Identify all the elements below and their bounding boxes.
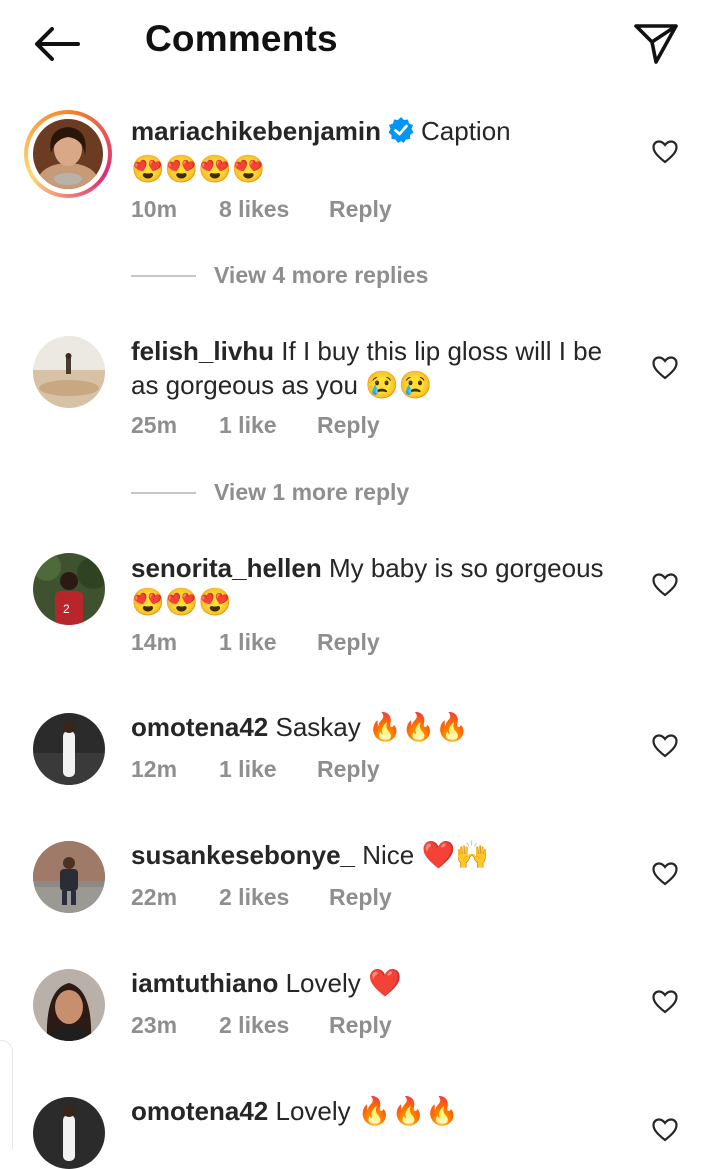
- emoji: 🔥🔥🔥: [368, 712, 469, 742]
- header: Comments: [0, 0, 708, 90]
- comment-time: 12m: [131, 756, 178, 782]
- reply-button[interactable]: Reply: [317, 412, 380, 439]
- comment-text: Lovely: [275, 1096, 351, 1126]
- comment-time: 23m: [131, 1012, 178, 1038]
- emoji: ❤️🙌: [421, 840, 489, 870]
- comment-username[interactable]: susankesebonye_: [131, 840, 355, 870]
- reply-button[interactable]: Reply: [329, 196, 392, 223]
- comment-time: 10m: [131, 196, 178, 222]
- reply-button[interactable]: Reply: [317, 756, 380, 783]
- avatar: [33, 119, 103, 189]
- emoji: ❤️: [367, 968, 402, 998]
- heart-icon[interactable]: [652, 734, 678, 758]
- comment-body: susankesebonye_ Nice ❤️🙌: [131, 838, 631, 872]
- comment-text: Caption: [421, 116, 511, 146]
- emoji: 😍😍😍: [131, 587, 232, 617]
- heart-icon[interactable]: [652, 862, 678, 886]
- reply-button[interactable]: Reply: [329, 884, 392, 911]
- heart-icon[interactable]: [652, 990, 678, 1014]
- avatar-story-ring[interactable]: [24, 110, 112, 198]
- comment-username[interactable]: iamtuthiano: [131, 968, 278, 998]
- comment-text: Nice: [362, 840, 415, 870]
- comment-time: 14m: [131, 629, 178, 655]
- heart-icon[interactable]: [652, 1118, 678, 1142]
- avatar[interactable]: [33, 841, 105, 913]
- comment-likes[interactable]: 1 like: [219, 756, 317, 783]
- comment-likes[interactable]: 1 like: [219, 412, 317, 439]
- comment-meta: 22m 2 likes Reply: [131, 884, 392, 911]
- comment-body: mariachikebenjamin Caption 😍😍😍😍: [131, 114, 631, 186]
- heart-icon[interactable]: [652, 140, 678, 164]
- comment-body: felish_livhu If I buy this lip gloss wil…: [131, 334, 631, 402]
- avatar[interactable]: [33, 713, 105, 785]
- comment-body: omotena42 Saskay 🔥🔥🔥: [131, 710, 631, 744]
- comment-time: 25m: [131, 412, 178, 438]
- avatar[interactable]: 2: [33, 553, 105, 625]
- emoji: 😍😍😍😍: [131, 154, 266, 184]
- heart-icon[interactable]: [652, 356, 678, 380]
- reply-button[interactable]: Reply: [317, 629, 380, 656]
- comment-meta: 12m 1 like Reply: [131, 756, 380, 783]
- avatar[interactable]: [33, 336, 105, 408]
- comment-time: 22m: [131, 884, 178, 910]
- back-button[interactable]: [30, 22, 82, 66]
- view-more-label[interactable]: View 1 more reply: [214, 479, 409, 506]
- comment-meta: 25m 1 like Reply: [131, 412, 380, 439]
- comment-likes[interactable]: 2 likes: [219, 1012, 329, 1039]
- comment-text: Lovely: [285, 968, 361, 998]
- comment-meta: 23m 2 likes Reply: [131, 1012, 392, 1039]
- share-button[interactable]: [630, 18, 682, 68]
- comment-body: senorita_hellen My baby is so gorgeous 😍…: [131, 551, 631, 619]
- comment-likes[interactable]: 1 like: [219, 629, 317, 656]
- avatar[interactable]: [33, 1097, 105, 1169]
- reply-button[interactable]: Reply: [329, 1012, 392, 1039]
- comment-body: iamtuthiano Lovely ❤️: [131, 966, 631, 1000]
- emoji: 🔥🔥🔥: [357, 1096, 459, 1126]
- verified-badge-icon: [387, 116, 415, 152]
- comment-meta: 14m 1 like Reply: [131, 629, 380, 656]
- comment-username[interactable]: omotena42: [131, 1096, 268, 1126]
- comment-meta: 10m 8 likes Reply: [131, 196, 392, 223]
- send-icon: [634, 24, 678, 64]
- comment-text: Saskay: [275, 712, 361, 742]
- comment-username[interactable]: omotena42: [131, 712, 268, 742]
- arrow-left-icon: [35, 27, 80, 61]
- svg-text:2: 2: [63, 602, 70, 616]
- comment-likes[interactable]: 2 likes: [219, 884, 329, 911]
- comment-likes[interactable]: 8 likes: [219, 196, 329, 223]
- avatar[interactable]: [33, 969, 105, 1041]
- divider: [131, 275, 196, 277]
- edge-handle: [0, 1040, 13, 1149]
- comment-body: omotena42 Lovely 🔥🔥🔥: [131, 1094, 631, 1128]
- page-title: Comments: [145, 18, 338, 59]
- view-more-label[interactable]: View 4 more replies: [214, 262, 428, 289]
- comment-text: My baby is so gorgeous: [328, 553, 604, 583]
- divider: [131, 492, 196, 494]
- heart-icon[interactable]: [652, 573, 678, 597]
- emoji: 😢😢: [365, 370, 433, 400]
- comment-username[interactable]: senorita_hellen: [131, 553, 322, 583]
- comment-username[interactable]: mariachikebenjamin: [131, 116, 381, 146]
- comment-username[interactable]: felish_livhu: [131, 336, 274, 366]
